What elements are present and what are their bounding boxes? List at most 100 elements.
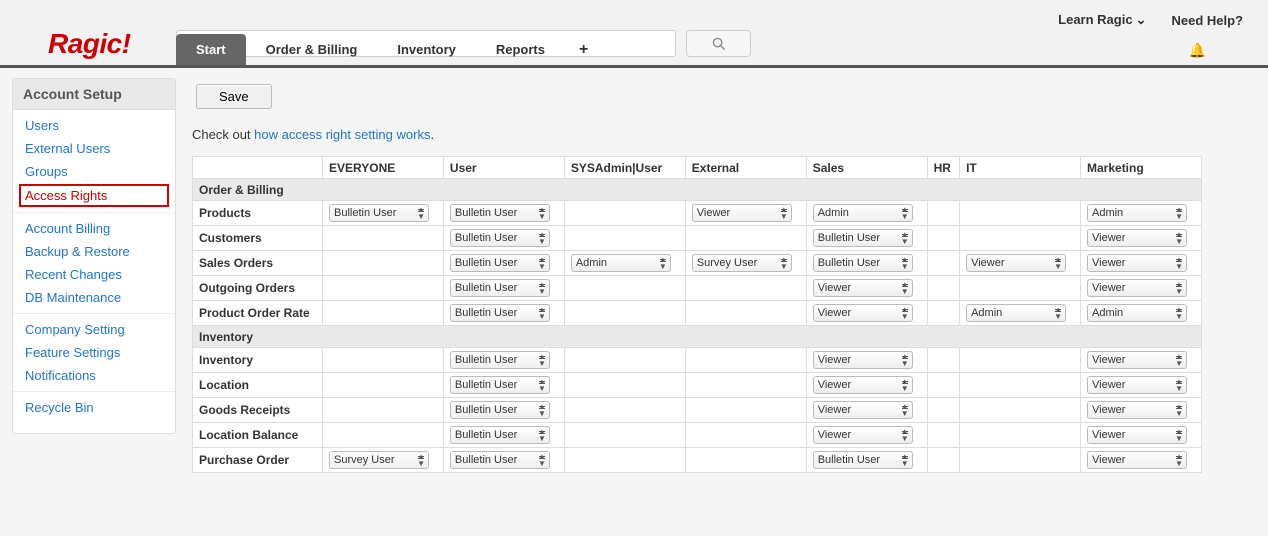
access-cell: Bulletin User▲▼ <box>443 226 564 251</box>
access-select[interactable]: Viewer <box>813 351 913 369</box>
access-select[interactable]: Admin <box>813 204 913 222</box>
access-select[interactable]: Bulletin User <box>450 204 550 222</box>
row-label: Purchase Order <box>193 448 323 473</box>
table-row: ProductsBulletin User▲▼Bulletin User▲▼Vi… <box>193 201 1202 226</box>
tab-start[interactable]: Start <box>176 34 246 65</box>
access-select[interactable]: Viewer <box>813 304 913 322</box>
sidebar-item-groups[interactable]: Groups <box>13 160 175 183</box>
access-select[interactable]: Bulletin User <box>813 254 913 272</box>
access-cell: Bulletin User▲▼ <box>443 276 564 301</box>
access-select[interactable]: Viewer <box>692 204 792 222</box>
sidebar-item-recycle-bin[interactable]: Recycle Bin <box>13 396 175 419</box>
access-cell <box>564 423 685 448</box>
access-select[interactable]: Bulletin User <box>450 451 550 469</box>
table-row: Purchase OrderSurvey User▲▼Bulletin User… <box>193 448 1202 473</box>
sidebar-item-access-rights[interactable]: Access Rights <box>19 184 169 207</box>
sidebar-item-notifications[interactable]: Notifications <box>13 364 175 387</box>
sidebar: Account Setup UsersExternal UsersGroupsA… <box>12 78 176 434</box>
sidebar-item-account-billing[interactable]: Account Billing <box>13 217 175 240</box>
access-select[interactable]: Viewer <box>1087 401 1187 419</box>
access-select[interactable]: Viewer <box>1087 426 1187 444</box>
sidebar-item-company-setting[interactable]: Company Setting <box>13 318 175 341</box>
access-cell: Viewer▲▼ <box>1081 373 1202 398</box>
access-cell: Bulletin User▲▼ <box>443 448 564 473</box>
col-header: External <box>685 157 806 179</box>
access-select[interactable]: Bulletin User <box>450 376 550 394</box>
access-cell: Survey User▲▼ <box>685 251 806 276</box>
access-select[interactable]: Viewer <box>966 254 1066 272</box>
access-select[interactable]: Bulletin User <box>450 279 550 297</box>
chevron-down-icon: ⌄ <box>1136 12 1147 28</box>
tab-order-billing[interactable]: Order & Billing <box>246 34 378 65</box>
main: Save Check out how access right setting … <box>192 78 1256 473</box>
sidebar-header: Account Setup <box>13 79 175 110</box>
access-select[interactable]: Viewer <box>813 401 913 419</box>
access-cell: Admin▲▼ <box>960 301 1081 326</box>
helper-link[interactable]: how access right setting works <box>254 127 430 142</box>
access-cell: Bulletin User▲▼ <box>323 201 444 226</box>
access-select[interactable]: Bulletin User <box>450 304 550 322</box>
access-select[interactable]: Viewer <box>1087 254 1187 272</box>
search-button[interactable] <box>686 30 751 57</box>
access-select[interactable]: Bulletin User <box>450 351 550 369</box>
access-select[interactable]: Bulletin User <box>329 204 429 222</box>
sidebar-item-feature-settings[interactable]: Feature Settings <box>13 341 175 364</box>
access-select[interactable]: Viewer <box>1087 451 1187 469</box>
access-cell: Viewer▲▼ <box>1081 348 1202 373</box>
access-select[interactable]: Bulletin User <box>450 401 550 419</box>
sidebar-item-external-users[interactable]: External Users <box>13 137 175 160</box>
access-cell: Bulletin User▲▼ <box>443 348 564 373</box>
access-select[interactable]: Viewer <box>1087 376 1187 394</box>
helper-text: Check out how access right setting works… <box>192 127 1256 142</box>
need-help-link[interactable]: Need Help? <box>1171 13 1243 28</box>
access-cell <box>960 348 1081 373</box>
save-button[interactable]: Save <box>196 84 272 109</box>
access-cell <box>323 276 444 301</box>
access-select[interactable]: Bulletin User <box>450 254 550 272</box>
tab-reports[interactable]: Reports <box>476 34 565 65</box>
access-select[interactable]: Viewer <box>813 279 913 297</box>
row-label: Customers <box>193 226 323 251</box>
learn-ragic-link[interactable]: Learn Ragic⌄ <box>1058 12 1146 28</box>
access-select[interactable]: Viewer <box>813 376 913 394</box>
sidebar-item-recent-changes[interactable]: Recent Changes <box>13 263 175 286</box>
sidebar-item-db-maintenance[interactable]: DB Maintenance <box>13 286 175 309</box>
table-row: Location BalanceBulletin User▲▼Viewer▲▼V… <box>193 423 1202 448</box>
topbar: Ragic! Learn Ragic⌄ Need Help? StartOrde… <box>0 0 1268 65</box>
access-select[interactable]: Admin <box>966 304 1066 322</box>
access-select[interactable]: Bulletin User <box>450 229 550 247</box>
access-cell <box>927 301 959 326</box>
top-links: Learn Ragic⌄ Need Help? <box>1058 12 1243 28</box>
access-select[interactable]: Bulletin User <box>813 451 913 469</box>
bell-icon[interactable]: 🔔 <box>1189 42 1206 59</box>
add-tab-button[interactable]: + <box>565 35 602 65</box>
access-cell: Admin▲▼ <box>1081 301 1202 326</box>
access-cell <box>927 398 959 423</box>
tabbar: StartOrder & BillingInventoryReports+ <box>176 34 602 65</box>
access-cell: Viewer▲▼ <box>806 398 927 423</box>
access-select[interactable]: Survey User <box>329 451 429 469</box>
access-cell: Viewer▲▼ <box>806 276 927 301</box>
tab-inventory[interactable]: Inventory <box>377 34 476 65</box>
access-select[interactable]: Viewer <box>1087 351 1187 369</box>
access-cell <box>685 423 806 448</box>
access-cell <box>564 448 685 473</box>
access-select[interactable]: Viewer <box>813 426 913 444</box>
row-label: Products <box>193 201 323 226</box>
access-cell <box>960 201 1081 226</box>
access-select[interactable]: Viewer <box>1087 279 1187 297</box>
sidebar-item-users[interactable]: Users <box>13 114 175 137</box>
access-select[interactable]: Bulletin User <box>450 426 550 444</box>
access-cell: Admin▲▼ <box>564 251 685 276</box>
section-header: Order & Billing <box>193 179 1202 201</box>
access-select[interactable]: Viewer <box>1087 229 1187 247</box>
sidebar-item-backup-restore[interactable]: Backup & Restore <box>13 240 175 263</box>
access-cell: Bulletin User▲▼ <box>443 398 564 423</box>
access-select[interactable]: Bulletin User <box>813 229 913 247</box>
access-select[interactable]: Survey User <box>692 254 792 272</box>
access-select[interactable]: Admin <box>571 254 671 272</box>
row-label: Location Balance <box>193 423 323 448</box>
access-select[interactable]: Admin <box>1087 304 1187 322</box>
access-cell <box>960 423 1081 448</box>
access-select[interactable]: Admin <box>1087 204 1187 222</box>
